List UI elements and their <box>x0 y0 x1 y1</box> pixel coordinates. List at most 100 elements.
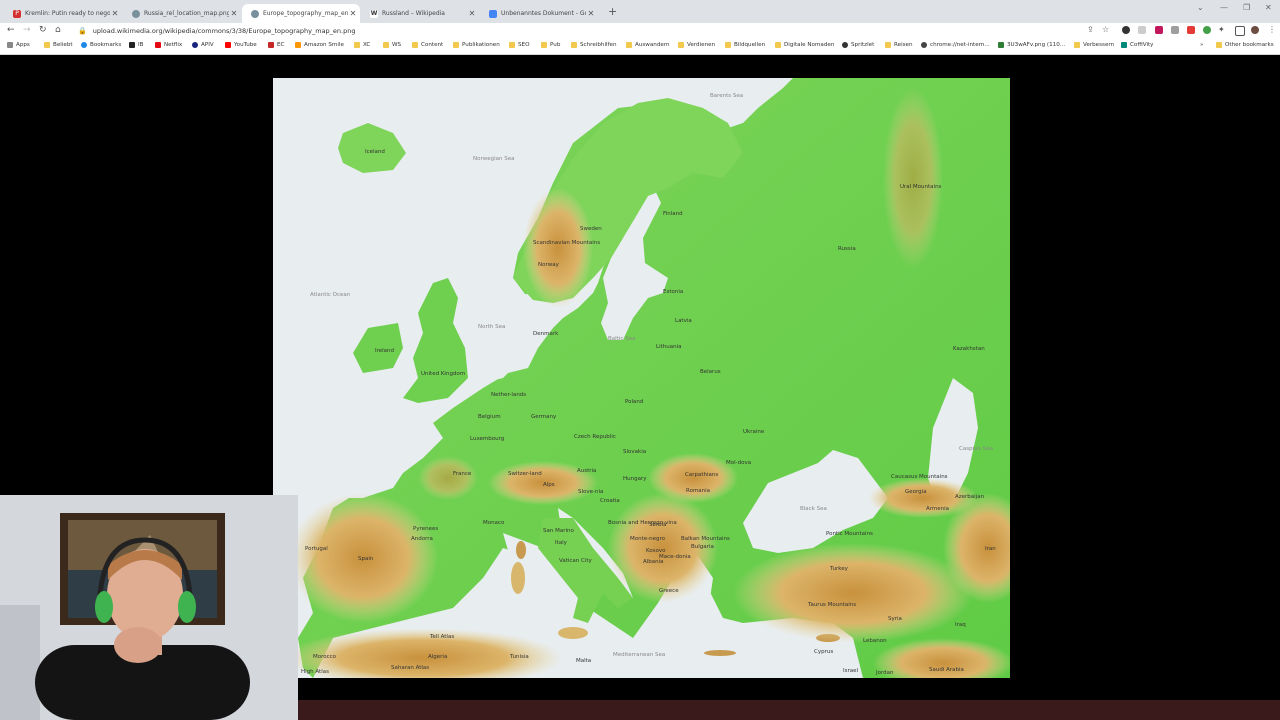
share-icon[interactable]: ⇪ <box>1087 25 1094 34</box>
map-label: Pontic Mountains <box>826 531 873 537</box>
bookmark-item[interactable]: Bookmarks <box>81 42 121 48</box>
wikimedia-icon <box>132 9 140 18</box>
map-label: Azerbaijan <box>955 494 985 500</box>
map-label: Russia <box>838 246 856 252</box>
map-label: Latvia <box>675 318 692 324</box>
bookmark-folder[interactable]: Bildquellen <box>725 42 765 48</box>
map-label: Tell Atlas <box>429 634 454 640</box>
forward-icon[interactable]: → <box>23 25 31 35</box>
bookmark-folder[interactable]: WS <box>383 42 401 48</box>
bookmark-folder[interactable]: Reisen <box>885 42 913 48</box>
lock-icon: 🔒 <box>78 27 87 35</box>
minimize-button[interactable]: — <box>1220 3 1228 12</box>
puzzle-icon[interactable]: ✦ <box>1218 25 1225 34</box>
map-label: Syria <box>888 616 902 622</box>
map-label: Baltic Sea <box>608 336 635 342</box>
bookmark-item[interactable]: APIV <box>192 42 214 48</box>
map-label: Iraq <box>955 622 966 628</box>
folder-icon <box>1216 42 1222 48</box>
map-label: Germany <box>531 414 557 420</box>
bookmark-folder[interactable]: Schreibhilfen <box>571 42 617 48</box>
avatar[interactable] <box>1251 26 1259 34</box>
close-icon[interactable]: ✕ <box>467 9 477 18</box>
map-label: Norwegian Sea <box>473 156 515 162</box>
extension-icon[interactable] <box>1138 26 1146 34</box>
bookmark-label: APIV <box>201 42 214 48</box>
folder-icon <box>509 42 515 48</box>
bookmark-folder[interactable]: Verdienen <box>678 42 715 48</box>
bookmark-label: Beliebt <box>53 42 73 48</box>
bookmark-folder[interactable]: XC <box>354 42 370 48</box>
bookmark-item[interactable]: 3U3wAFv.png (110... <box>998 42 1065 48</box>
bookmark-apps[interactable]: Apps <box>7 42 30 48</box>
bookmark-folder[interactable]: SEO <box>509 42 530 48</box>
bookmark-item[interactable]: IB <box>129 42 144 48</box>
chevron-right-icon[interactable]: » <box>1200 42 1203 48</box>
bookmark-label: Apps <box>16 42 30 48</box>
close-icon[interactable]: ✕ <box>586 9 596 18</box>
map-label: Slovakia <box>623 449 646 455</box>
extension-icon[interactable] <box>1155 26 1163 34</box>
ural-region <box>883 88 943 268</box>
bookmark-item[interactable]: EC <box>268 42 284 48</box>
tab-kremlin[interactable]: P Kremlin: Putin ready to negotiat ✕ <box>4 4 122 23</box>
map-label: Malta <box>576 658 591 664</box>
close-icon[interactable]: ✕ <box>229 9 239 18</box>
map-label: Vatican City <box>559 558 593 564</box>
menu-icon[interactable]: ⋮ <box>1268 25 1276 34</box>
map-label: Belgium <box>478 414 501 420</box>
map-label: Finland <box>663 211 683 217</box>
sidepanel-icon[interactable] <box>1235 26 1245 36</box>
address-bar[interactable]: 🔒 upload.wikimedia.org/wikipedia/commons… <box>74 24 1106 38</box>
map-label: Kazakhstan <box>953 346 985 352</box>
folder-icon <box>571 42 577 48</box>
bookmark-star-icon[interactable]: ☆ <box>1102 25 1109 34</box>
bookmark-label: Schreibhilfen <box>580 42 617 48</box>
map-label: Saudi Arabia <box>929 667 964 673</box>
new-tab-button[interactable]: + <box>608 5 617 18</box>
back-icon[interactable]: ← <box>7 25 15 35</box>
bookmark-folder[interactable]: Publikationen <box>453 42 500 48</box>
extension-icon[interactable] <box>1122 26 1130 34</box>
map-label: Cyprus <box>814 649 833 655</box>
webcam-svg <box>0 495 298 720</box>
bookmark-item[interactable]: Spritzlet <box>842 42 874 48</box>
bookmark-item[interactable]: YouTube <box>225 42 257 48</box>
extension-icon[interactable] <box>1203 26 1211 34</box>
tab-google-docs[interactable]: Unbenanntes Dokument - Goog ✕ <box>480 4 598 23</box>
extension-icon[interactable] <box>1171 26 1179 34</box>
tab-search-icon[interactable]: ⌄ <box>1197 3 1204 12</box>
map-label: Caspian Sea <box>959 446 993 452</box>
bookmark-label: IB <box>138 42 144 48</box>
close-icon[interactable]: ✕ <box>348 9 358 18</box>
bookmark-item[interactable]: Netflix <box>155 42 182 48</box>
bookmark-item[interactable]: chrome://net-intern... <box>921 42 990 48</box>
maximize-button[interactable]: ❐ <box>1243 3 1250 12</box>
bookmark-item[interactable]: CoffiVity <box>1121 42 1154 48</box>
reload-icon[interactable]: ↻ <box>39 25 47 35</box>
bookmark-label: chrome://net-intern... <box>930 42 990 48</box>
bookmark-item[interactable]: Amazon Smile <box>295 42 344 48</box>
map-label: Monte-negro <box>630 536 666 542</box>
europe-topography-map[interactable]: Barents Sea Iceland Norwegian Sea Finlan… <box>273 78 1010 678</box>
bookmark-folder[interactable]: Verbessern <box>1074 42 1114 48</box>
star-icon <box>81 42 87 48</box>
bookmark-folder[interactable]: Digitale Nomaden <box>775 42 834 48</box>
bookmark-label: Pub <box>550 42 561 48</box>
close-window-button[interactable]: ✕ <box>1265 3 1272 12</box>
map-label: Pyrenees <box>413 526 438 532</box>
bookmark-folder[interactable]: Beliebt <box>44 42 73 48</box>
bookmark-folder[interactable]: Auswandern <box>626 42 670 48</box>
extension-icon[interactable] <box>1187 26 1195 34</box>
close-icon[interactable]: ✕ <box>110 9 120 18</box>
tab-russland-wikipedia[interactable]: W Russland – Wikipedia ✕ <box>361 4 479 23</box>
bookmark-folder[interactable]: Content <box>412 42 443 48</box>
bookmark-label: Netflix <box>164 42 183 48</box>
map-label: Switzer-land <box>508 471 542 477</box>
tab-russia-map[interactable]: Russia_rel_location_map.png (23 ✕ <box>123 4 241 23</box>
bookmark-folder[interactable]: Pub <box>541 42 560 48</box>
tab-europe-map[interactable]: Europe_topography_map_en.png ✕ <box>242 4 360 23</box>
sicily <box>558 627 588 639</box>
home-icon[interactable]: ⌂ <box>55 25 61 35</box>
other-bookmarks[interactable]: Other bookmarks <box>1216 42 1274 48</box>
